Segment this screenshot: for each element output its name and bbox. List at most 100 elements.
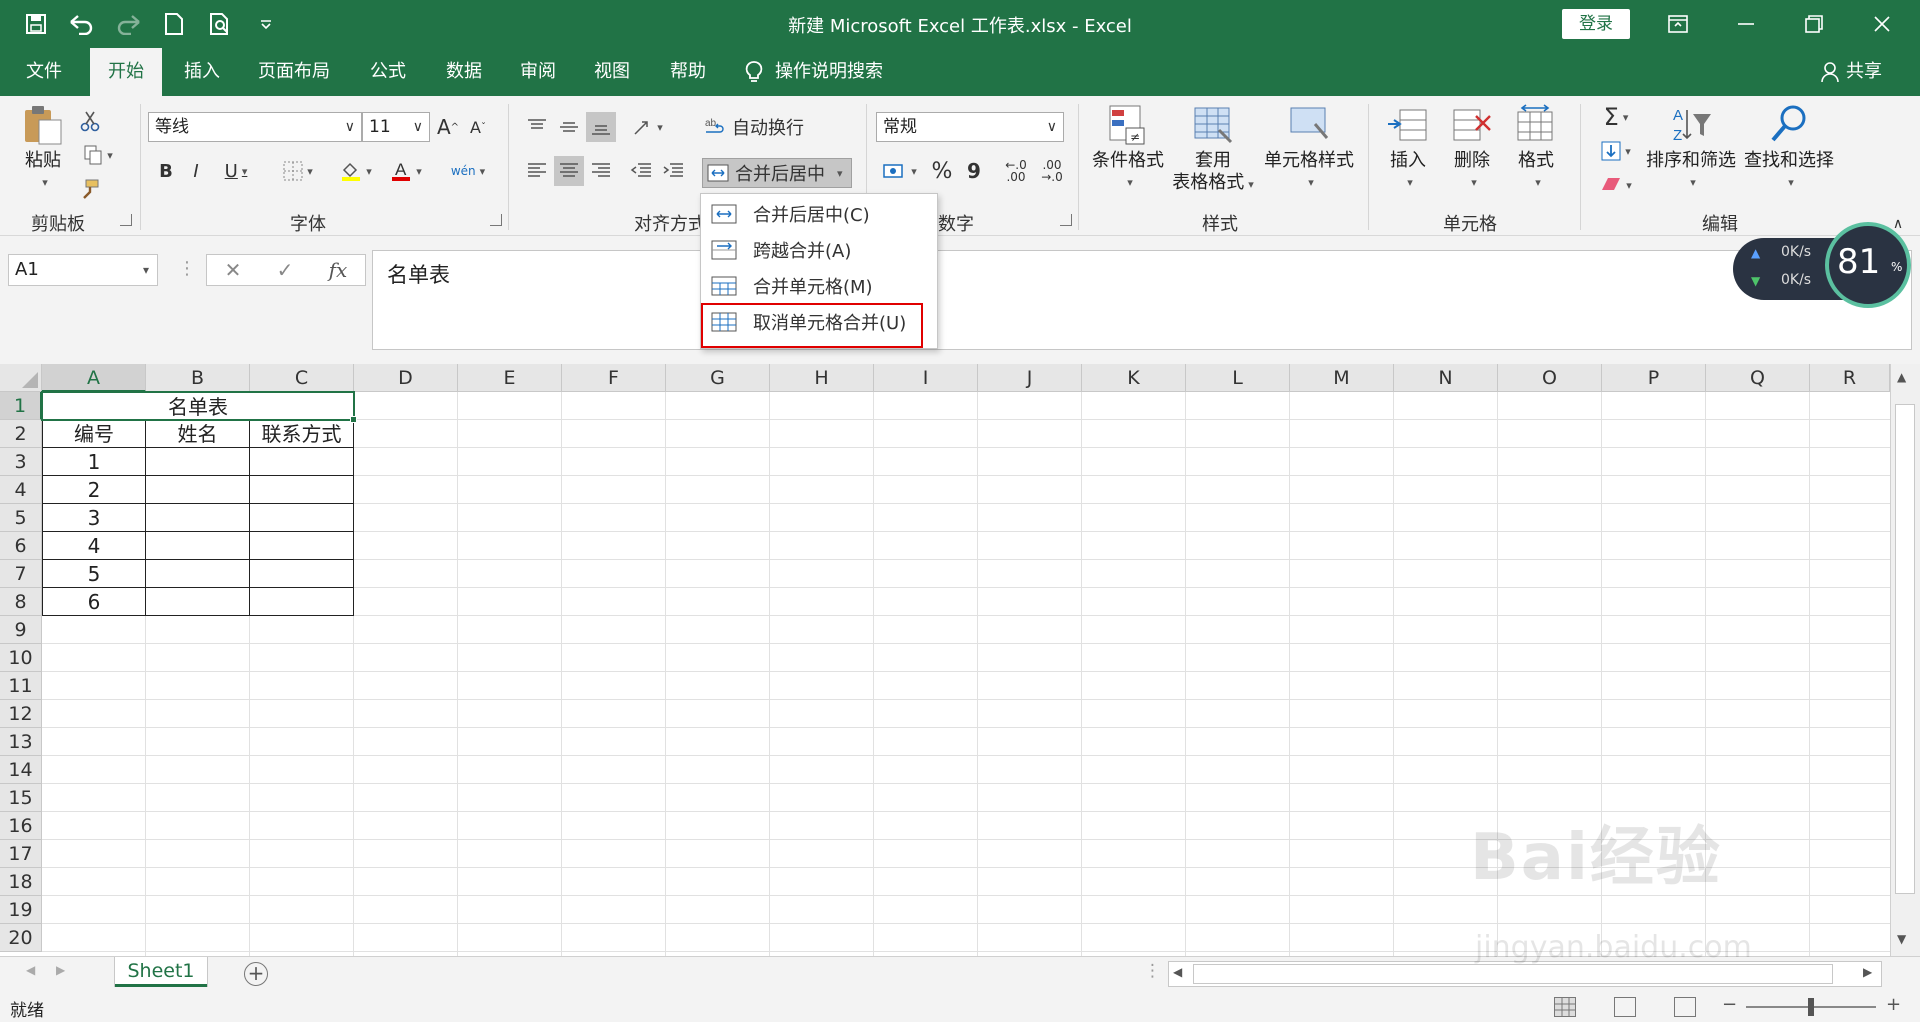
- scroll-left-icon[interactable]: ◀: [1173, 965, 1182, 979]
- table-cell[interactable]: [146, 588, 250, 616]
- tab-help[interactable]: 帮助: [654, 48, 722, 96]
- zoom-slider-thumb[interactable]: [1808, 998, 1814, 1016]
- autosum-icon[interactable]: Σ ▾: [1594, 102, 1638, 132]
- font-launcher-icon[interactable]: [490, 214, 502, 226]
- table-cell[interactable]: 4: [42, 532, 146, 560]
- row-header[interactable]: 5: [0, 504, 42, 532]
- font-color-button[interactable]: A ▾: [384, 156, 428, 186]
- decrease-indent-icon[interactable]: [626, 156, 656, 186]
- table-cell[interactable]: 6: [42, 588, 146, 616]
- align-bottom-icon[interactable]: [586, 112, 616, 142]
- find-select-button[interactable]: 查找和选择 ▾: [1742, 104, 1836, 194]
- align-middle-icon[interactable]: [554, 112, 584, 142]
- minimize-icon[interactable]: [1726, 8, 1766, 40]
- column-header[interactable]: N: [1394, 364, 1498, 392]
- column-header[interactable]: H: [770, 364, 874, 392]
- menu-item-merge-across[interactable]: 跨越合并(A): [701, 232, 937, 268]
- borders-button[interactable]: ▾: [274, 156, 322, 186]
- bold-button[interactable]: B: [152, 156, 180, 186]
- format-cells-button[interactable]: 格式 ▾: [1508, 104, 1564, 194]
- vertical-scrollbar[interactable]: ▲ ▼: [1890, 364, 1920, 956]
- row-header[interactable]: 3: [0, 448, 42, 476]
- column-header[interactable]: P: [1602, 364, 1706, 392]
- accounting-format-icon[interactable]: ▾: [876, 156, 924, 186]
- cancel-entry-icon[interactable]: ✕: [225, 258, 242, 282]
- table-cell[interactable]: 5: [42, 560, 146, 588]
- table-cell[interactable]: 1: [42, 448, 146, 476]
- align-left-icon[interactable]: [522, 156, 552, 186]
- merge-center-button[interactable]: 合并后居中 ▾: [702, 158, 852, 188]
- tab-view[interactable]: 视图: [578, 48, 646, 96]
- table-cell[interactable]: [250, 560, 354, 588]
- column-header[interactable]: F: [562, 364, 666, 392]
- tab-home[interactable]: 开始: [90, 48, 162, 96]
- column-header[interactable]: M: [1290, 364, 1394, 392]
- row-header[interactable]: 8: [0, 588, 42, 616]
- ribbon-display-icon[interactable]: [1658, 8, 1698, 40]
- paste-button[interactable]: 粘贴 ▾: [18, 104, 68, 194]
- row-header[interactable]: 17: [0, 840, 42, 868]
- paste-caret-icon[interactable]: ▾: [42, 172, 48, 194]
- tab-insert[interactable]: 插入: [168, 48, 236, 96]
- scroll-down-icon[interactable]: ▼: [1897, 932, 1906, 946]
- table-cell[interactable]: 3: [42, 504, 146, 532]
- share-button[interactable]: 共享: [1820, 48, 1882, 96]
- column-header[interactable]: O: [1498, 364, 1602, 392]
- delete-cells-button[interactable]: 删除 ▾: [1444, 104, 1500, 194]
- increase-decimal-button[interactable]: ←.0.00: [998, 156, 1034, 186]
- font-size-combo[interactable]: 11 ∨: [362, 112, 430, 142]
- phonetic-button[interactable]: wén ▾: [446, 156, 490, 186]
- row-header[interactable]: 13: [0, 728, 42, 756]
- row-header[interactable]: 20: [0, 924, 42, 952]
- row-header[interactable]: 18: [0, 868, 42, 896]
- zoom-out-button[interactable]: −: [1722, 994, 1737, 1015]
- underline-button[interactable]: U ▾: [214, 156, 258, 186]
- column-header[interactable]: J: [978, 364, 1082, 392]
- column-header[interactable]: R: [1810, 364, 1890, 392]
- horizontal-scroll-thumb[interactable]: [1193, 964, 1833, 984]
- column-header[interactable]: E: [458, 364, 562, 392]
- row-header[interactable]: 11: [0, 672, 42, 700]
- column-header[interactable]: I: [874, 364, 978, 392]
- comma-style-button[interactable]: 9: [962, 156, 986, 186]
- format-painter-icon[interactable]: [76, 174, 104, 204]
- row-header[interactable]: 15: [0, 784, 42, 812]
- table-cell[interactable]: [146, 504, 250, 532]
- wrap-text-button[interactable]: ab 自动换行: [704, 112, 814, 142]
- orientation-icon[interactable]: ▾: [626, 112, 670, 142]
- clipboard-launcher-icon[interactable]: [120, 214, 132, 226]
- fill-color-button[interactable]: ▾: [334, 156, 378, 186]
- row-header[interactable]: 10: [0, 644, 42, 672]
- table-cell[interactable]: [146, 476, 250, 504]
- menu-item-merge-center[interactable]: 合并后居中(C): [701, 196, 937, 232]
- row-header[interactable]: 14: [0, 756, 42, 784]
- table-header-cell[interactable]: 编号: [42, 420, 146, 448]
- tab-data[interactable]: 数据: [428, 48, 500, 96]
- tell-me-search[interactable]: 操作说明搜索: [745, 48, 883, 96]
- table-cell[interactable]: [250, 588, 354, 616]
- row-header[interactable]: 19: [0, 896, 42, 924]
- row-header[interactable]: 4: [0, 476, 42, 504]
- close-icon[interactable]: [1862, 8, 1902, 40]
- column-header[interactable]: G: [666, 364, 770, 392]
- column-header[interactable]: L: [1186, 364, 1290, 392]
- row-header[interactable]: 7: [0, 560, 42, 588]
- table-cell[interactable]: [146, 532, 250, 560]
- insert-function-icon[interactable]: fx: [329, 258, 348, 282]
- scroll-up-icon[interactable]: ▲: [1897, 370, 1906, 384]
- restore-icon[interactable]: [1794, 8, 1834, 40]
- number-launcher-icon[interactable]: [1060, 214, 1072, 226]
- grow-font-button[interactable]: A ^: [434, 112, 462, 142]
- shrink-font-button[interactable]: Aˇ: [464, 112, 492, 142]
- align-right-icon[interactable]: [586, 156, 616, 186]
- cut-icon[interactable]: [76, 106, 104, 136]
- sheet-tab-sheet1[interactable]: Sheet1: [115, 957, 207, 987]
- merge-caret-icon[interactable]: ▾: [837, 167, 843, 180]
- column-header[interactable]: Q: [1706, 364, 1810, 392]
- italic-button[interactable]: I: [182, 156, 210, 186]
- table-cell[interactable]: [146, 560, 250, 588]
- page-break-view-icon[interactable]: [1674, 997, 1696, 1017]
- tab-review[interactable]: 审阅: [504, 48, 572, 96]
- clear-icon[interactable]: ▾: [1594, 170, 1638, 200]
- zoom-in-button[interactable]: +: [1886, 994, 1901, 1015]
